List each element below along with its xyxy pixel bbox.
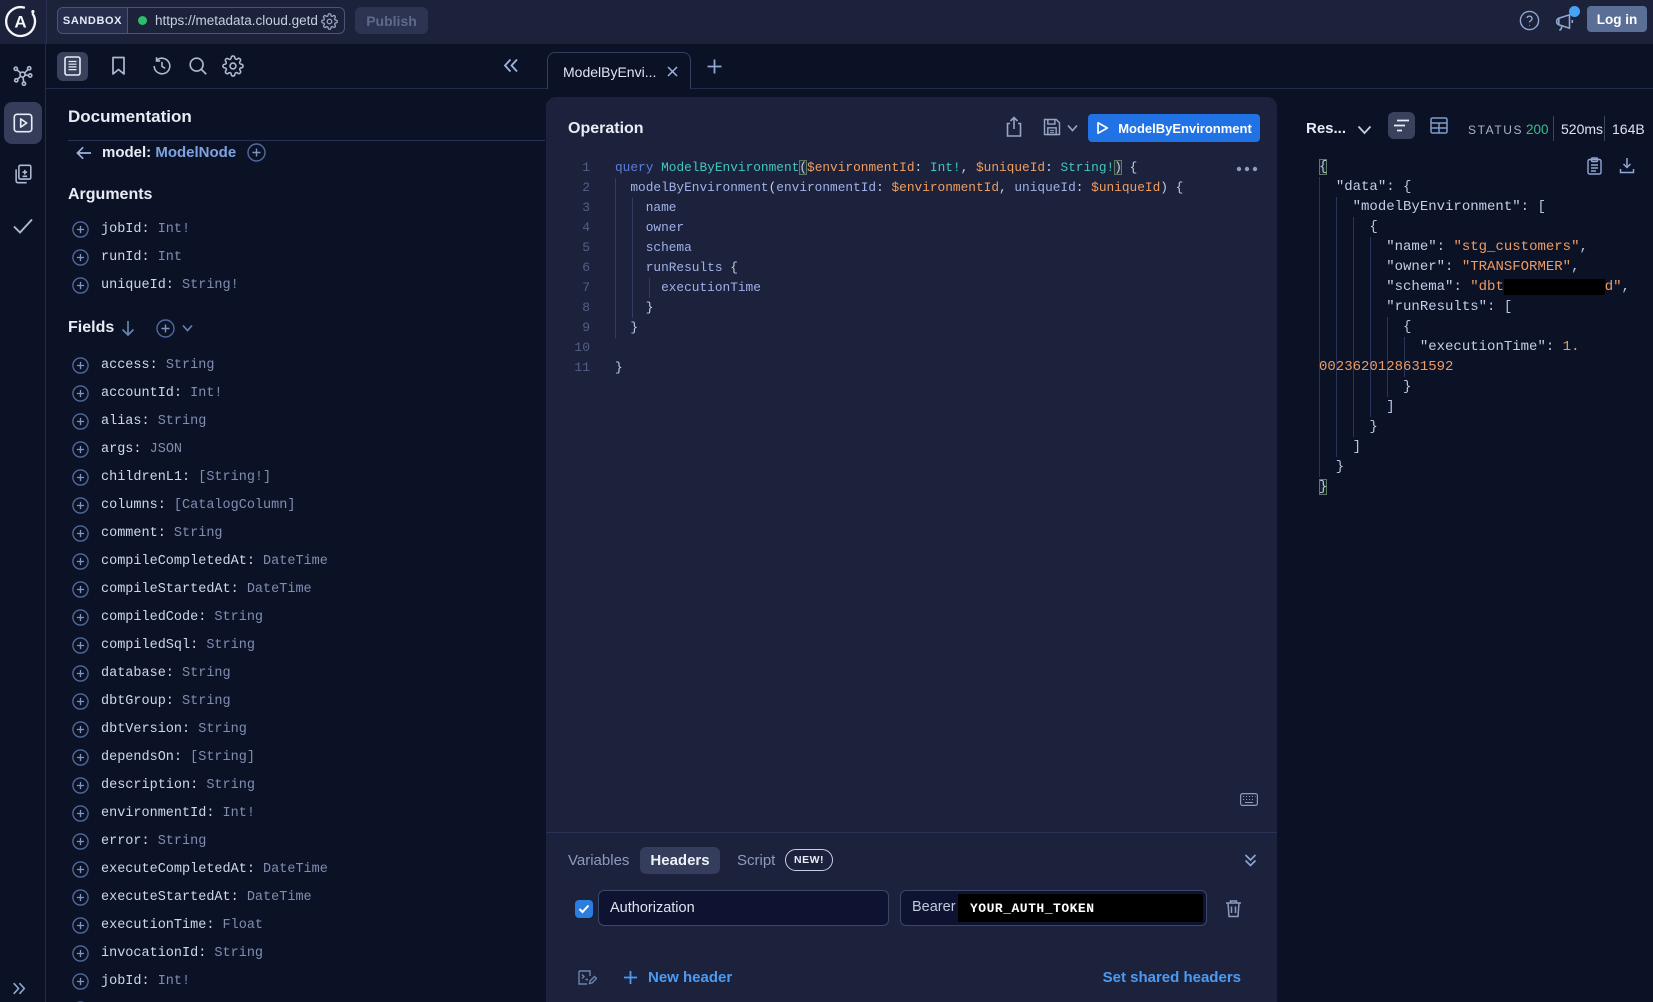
svg-text:A: A [14, 13, 26, 32]
